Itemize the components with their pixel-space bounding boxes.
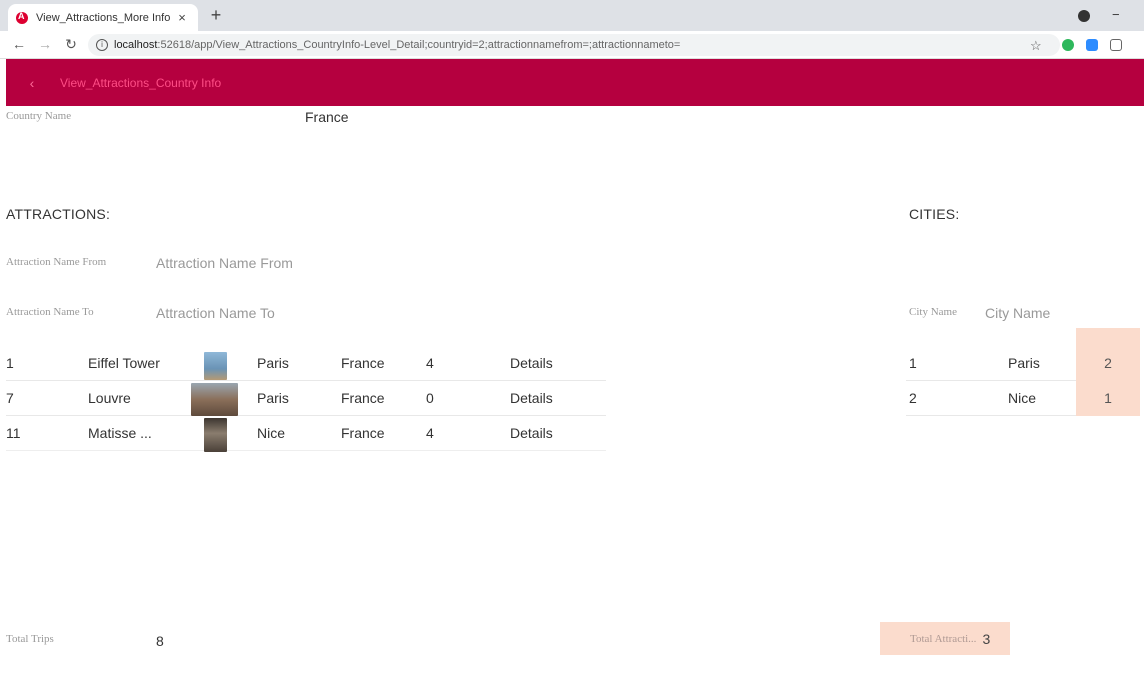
attraction-country: France xyxy=(341,425,385,441)
attraction-name-from-label: Attraction Name From xyxy=(6,256,107,268)
browser-tab[interactable]: View_Attractions_More Info × xyxy=(8,4,198,31)
attraction-name: Louvre xyxy=(88,390,131,406)
attraction-name-to-input[interactable] xyxy=(156,305,356,321)
new-tab-button[interactable]: + xyxy=(206,5,226,26)
attraction-image[interactable] xyxy=(204,418,227,452)
city-name: Nice xyxy=(1008,390,1037,406)
attraction-name-from-input[interactable] xyxy=(156,255,356,271)
table-row[interactable]: 11 Matisse ... Nice France 4 Details xyxy=(6,416,606,452)
minimize-button[interactable]: − xyxy=(1112,7,1120,22)
details-link[interactable]: Details xyxy=(510,425,553,441)
attraction-id: 7 xyxy=(6,390,14,406)
total-trips-value: 8 xyxy=(156,633,164,649)
attraction-city: Paris xyxy=(257,355,289,371)
attraction-country: France xyxy=(341,355,385,371)
total-attractions: Total Attracti... 3 xyxy=(880,622,1010,655)
attractions-grid: 1 Eiffel Tower Paris France 4 Details 7 … xyxy=(6,346,606,452)
site-info-icon[interactable]: i xyxy=(96,39,108,51)
attraction-id: 11 xyxy=(6,425,21,441)
url-host: localhost xyxy=(114,39,158,51)
details-link[interactable]: Details xyxy=(510,390,553,406)
angular-favicon-icon xyxy=(16,11,28,24)
city-name-label: City Name xyxy=(909,306,957,318)
country-name-label: Country Name xyxy=(6,110,72,122)
table-row[interactable]: 1 Paris 2 xyxy=(906,346,1140,381)
zoom-extension-icon[interactable] xyxy=(1086,39,1098,51)
total-attractions-label: Total Attracti... xyxy=(910,632,977,645)
attraction-city: Nice xyxy=(257,425,286,441)
city-id: 1 xyxy=(909,355,917,371)
extensions-grid-icon[interactable] xyxy=(1110,39,1122,51)
grammarly-extension-icon[interactable] xyxy=(1062,39,1074,51)
cities-section-title: CITIES: xyxy=(909,206,960,222)
table-row[interactable]: 7 Louvre Paris France 0 Details xyxy=(6,381,606,416)
attractions-section-title: ATTRACTIONS: xyxy=(6,206,111,222)
forward-arrow-icon[interactable]: → xyxy=(36,36,54,52)
total-attractions-value: 3 xyxy=(982,630,991,647)
browser-tab-bar: View_Attractions_More Info × + − xyxy=(0,0,1144,31)
back-arrow-icon[interactable]: ← xyxy=(10,36,28,52)
table-row[interactable]: 1 Eiffel Tower Paris France 4 Details xyxy=(6,346,606,381)
city-attraction-count: 2 xyxy=(1076,346,1140,381)
tab-close-icon[interactable]: × xyxy=(174,10,190,25)
city-attraction-count: 1 xyxy=(1076,381,1140,416)
attraction-image[interactable] xyxy=(191,383,238,416)
attraction-country: France xyxy=(341,390,385,406)
attraction-trips: 0 xyxy=(426,390,434,406)
attraction-image[interactable] xyxy=(204,352,227,380)
attraction-trips: 4 xyxy=(426,355,434,371)
table-row[interactable]: 2 Nice 1 xyxy=(906,381,1140,416)
attraction-name-to-label: Attraction Name To xyxy=(6,306,94,318)
city-name-input[interactable] xyxy=(985,305,1135,321)
details-link[interactable]: Details xyxy=(510,355,553,371)
app-header: ‹ View_Attractions_Country Info xyxy=(6,59,1144,106)
url-path: :52618/app/View_Attractions_CountryInfo-… xyxy=(157,39,681,51)
browser-address-bar: ← → ↻ i localhost:52618/app/View_Attract… xyxy=(0,31,1144,59)
attraction-id: 1 xyxy=(6,355,14,371)
total-trips-label: Total Trips xyxy=(6,633,54,645)
back-chevron-icon[interactable]: ‹ xyxy=(12,75,52,91)
cities-grid: 1 Paris 2 2 Nice 1 xyxy=(906,346,1140,416)
reload-icon[interactable]: ↻ xyxy=(62,36,80,53)
profile-icon[interactable] xyxy=(1078,10,1090,22)
count-column-header-bg xyxy=(1076,328,1140,346)
url-field[interactable]: i localhost:52618/app/View_Attractions_C… xyxy=(88,34,1060,56)
attraction-trips: 4 xyxy=(426,425,434,441)
country-name-value: France xyxy=(305,109,349,125)
tab-title: View_Attractions_More Info xyxy=(36,11,171,24)
attraction-city: Paris xyxy=(257,390,289,406)
city-id: 2 xyxy=(909,390,917,406)
city-name: Paris xyxy=(1008,355,1040,371)
page-title: View_Attractions_Country Info xyxy=(60,75,222,90)
attraction-name: Matisse ... xyxy=(88,425,152,441)
bookmark-star-icon[interactable]: ☆ xyxy=(1030,38,1042,54)
attraction-name: Eiffel Tower xyxy=(88,355,160,371)
